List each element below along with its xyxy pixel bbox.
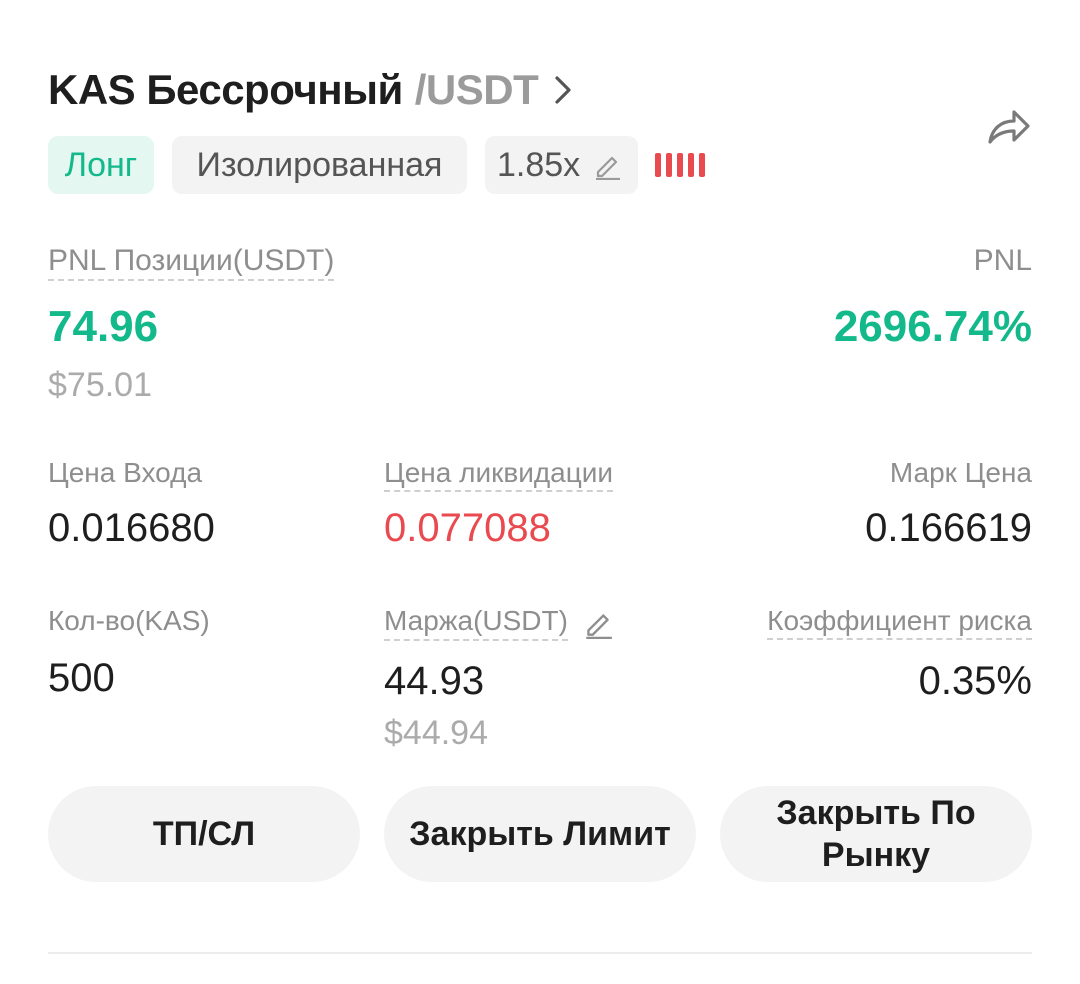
- pencil-icon[interactable]: [582, 607, 614, 639]
- liq-price-label-wrap[interactable]: Цена ликвидации: [384, 457, 614, 492]
- margin-label-wrap[interactable]: Маржа(USDT): [384, 605, 614, 641]
- position-pnl-value: 74.96: [48, 302, 159, 351]
- roi-value: 2696.74%: [833, 302, 1032, 351]
- liq-price-value: 0.077088: [384, 506, 551, 550]
- mark-price-value: 0.166619: [865, 506, 1032, 550]
- position-pnl-label-wrap[interactable]: PNL Позиции(USDT): [48, 244, 335, 281]
- quantity-value: 500: [48, 656, 115, 700]
- position-pnl-usd: $75.01: [48, 366, 152, 404]
- liq-price-label: Цена ликвидации: [384, 457, 614, 492]
- risk-bar: [666, 153, 672, 177]
- quantity-label: Кол-во(KAS): [48, 605, 210, 636]
- symbol-name: KAS Бессрочный: [48, 66, 403, 113]
- margin-value: 44.93: [384, 659, 485, 703]
- position-pnl-label: PNL Позиции(USDT): [48, 244, 335, 281]
- risk-ratio-label: Коэффициент риска: [767, 605, 1032, 640]
- risk-bar: [655, 153, 661, 177]
- tpsl-button[interactable]: ТП/СЛ: [48, 786, 360, 882]
- divider: [48, 952, 1032, 954]
- close-limit-button[interactable]: Закрыть Лимит: [384, 786, 696, 882]
- risk-level-indicator: [655, 153, 705, 177]
- entry-price-label: Цена Входа: [48, 457, 203, 488]
- share-icon[interactable]: [982, 100, 1034, 152]
- margin-usd: $44.94: [384, 714, 488, 752]
- mark-price-label: Марк Цена: [889, 457, 1032, 488]
- pencil-icon: [592, 150, 622, 180]
- close-market-button[interactable]: Закрыть По Рынку: [720, 786, 1032, 882]
- risk-ratio-label-wrap[interactable]: Коэффициент риска: [767, 605, 1032, 640]
- risk-ratio-value: 0.35%: [918, 659, 1032, 703]
- quote-currency: /USDT: [414, 66, 539, 113]
- position-title[interactable]: KAS Бессрочный /USDT: [48, 62, 576, 118]
- roi-label: PNL: [973, 244, 1032, 277]
- risk-bar: [688, 153, 694, 177]
- side-badge: Лонг: [48, 136, 154, 194]
- margin-label: Маржа(USDT): [384, 605, 568, 641]
- leverage-value: 1.85x: [497, 145, 581, 184]
- entry-price-value: 0.016680: [48, 506, 215, 550]
- chevron-right-icon[interactable]: [554, 70, 576, 110]
- risk-bar: [677, 153, 683, 177]
- leverage-button[interactable]: 1.85x: [485, 136, 638, 194]
- margin-mode-badge[interactable]: Изолированная: [172, 136, 467, 194]
- risk-bar: [699, 153, 705, 177]
